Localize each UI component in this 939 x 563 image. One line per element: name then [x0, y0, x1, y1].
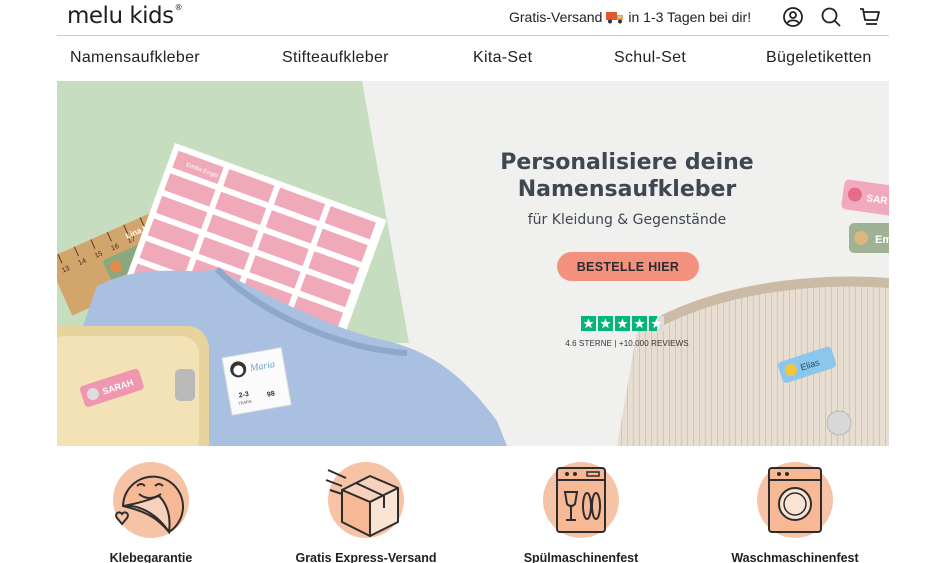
feature-label: Spülmaschinenfest	[523, 551, 639, 563]
nav-item-stifteaufkleber[interactable]: Stifteaufkleber	[282, 49, 389, 67]
nav-item-namensaufkleber[interactable]: Namensaufkleber	[70, 49, 200, 67]
logo-registered-mark: ®	[174, 3, 183, 13]
feature-express-versand: Gratis Express-Versand	[271, 460, 461, 563]
nav-item-schul-set[interactable]: Schul-Set	[614, 49, 686, 67]
feature-spuelmaschinenfest: Spülmaschinenfest	[486, 460, 676, 563]
logo-text: melu kids	[67, 3, 174, 29]
feature-label: Waschmaschinenfest	[731, 551, 859, 563]
feature-waschmaschinenfest: Waschmaschinenfest	[700, 460, 890, 563]
star-icon	[615, 316, 630, 331]
half-star-icon	[649, 316, 664, 331]
smiley-sticker-icon	[115, 475, 184, 535]
svg-text:98: 98	[267, 390, 276, 398]
feature-klebegarantie: Klebegarantie	[56, 460, 246, 563]
hero-title: Personalisiere deine Namensaufkleber	[477, 149, 777, 203]
star-icon	[632, 316, 647, 331]
hero-banner[interactable]: 13 14 15 16 17 Lina Klein Emilia Engel M…	[57, 81, 889, 446]
shipping-banner: Gratis-Versand in 1-3 Tagen bei dir!	[509, 9, 751, 25]
logo[interactable]: melu kids®	[67, 3, 183, 29]
star-icon	[598, 316, 613, 331]
main-navigation: Namensaufkleber Stifteaufkleber Kita-Set…	[57, 37, 889, 80]
nav-item-kita-set[interactable]: Kita-Set	[473, 49, 532, 67]
right-sticker-pink: SAR	[841, 179, 889, 217]
reviews-summary[interactable]: 4.6 STERNE | +10.000 REVIEWS	[527, 339, 727, 348]
trustpilot-stars	[581, 316, 664, 331]
shipping-text: Gratis-Versand	[509, 9, 603, 25]
site-header: melu kids® Gratis-Versand in 1-3 Tagen b…	[57, 0, 889, 36]
hero-title-line-1: Personalisiere deine	[500, 150, 754, 175]
right-sticker-green: Em	[849, 223, 889, 253]
shipping-delivery-text: in 1-3 Tagen bei dir!	[628, 9, 752, 25]
package-icon	[325, 469, 399, 537]
hero-title-line-2: Namensaufkleber	[517, 177, 737, 202]
truck-icon	[606, 11, 624, 24]
dishwasher-icon	[556, 467, 606, 533]
search-icon[interactable]	[820, 6, 842, 28]
order-now-button[interactable]: BESTELLE HIER	[557, 252, 699, 281]
star-icon	[581, 316, 596, 331]
feature-label: Klebegarantie	[109, 551, 193, 563]
nav-item-buegeletiketten[interactable]: Bügeletiketten	[766, 49, 872, 67]
svg-text:Em: Em	[875, 234, 889, 246]
feature-label: Gratis Express-Versand	[295, 551, 437, 563]
hero-image: 131415 1617 Lina Klein Emilia Engel Mari…	[57, 81, 889, 446]
cart-icon[interactable]	[859, 6, 881, 28]
washing-machine-icon	[768, 467, 822, 533]
hero-subtitle: für Kleidung & Gegenstände	[527, 212, 727, 228]
account-icon[interactable]	[782, 6, 804, 28]
shirt-name-tag: Maria 2-3 YEARS 98	[221, 347, 292, 416]
lunch-box: SARAH	[57, 326, 209, 446]
